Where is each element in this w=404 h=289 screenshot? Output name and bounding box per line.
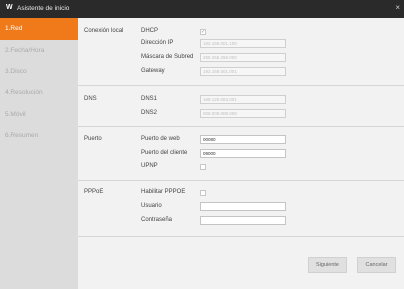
section-divider (78, 180, 404, 181)
password-label: Contraseña (141, 217, 173, 223)
pppoe-enable-label: Habilitar PPPOE (141, 189, 186, 195)
brand-logo-icon: W (6, 4, 13, 11)
gateway-field[interactable]: 192.168.001.001 (200, 67, 286, 76)
sidebar-item-resumen[interactable]: 6.Resumen (0, 125, 78, 147)
upnp-checkbox[interactable] (200, 164, 206, 170)
ip-address-label: Dirección IP (141, 40, 174, 46)
section-label-port: Puerto (84, 136, 102, 142)
gateway-label: Gateway (141, 68, 165, 74)
dhcp-checkbox[interactable]: ✓ (200, 29, 206, 35)
dns2-label: DNS2 (141, 110, 158, 116)
next-button[interactable]: Siguiente (308, 257, 347, 273)
password-field[interactable] (200, 216, 286, 225)
username-field[interactable] (200, 202, 286, 211)
setup-wizard-window: W Asistente de inicio × 1.Red 2.Fecha/Ho… (0, 0, 404, 289)
sidebar-item-red[interactable]: 1.Red (0, 18, 78, 40)
web-port-field[interactable]: 00080 (200, 135, 286, 144)
dhcp-label: DHCP (141, 28, 159, 34)
dns2-field[interactable]: 008.008.008.008 (200, 109, 286, 118)
ip-address-field[interactable]: 192.168.001.100 (200, 39, 286, 48)
section-divider (78, 126, 404, 127)
window-title: Asistente de inicio (17, 5, 70, 12)
sidebar-item-movil[interactable]: 5.Móvil (0, 104, 78, 126)
subnet-mask-field[interactable]: 255.255.255.000 (200, 53, 286, 62)
close-icon[interactable]: × (395, 3, 400, 12)
section-label-pppoe: PPPoE (84, 189, 104, 195)
pppoe-enable-checkbox[interactable] (200, 190, 206, 196)
web-port-label: Puerto de web (141, 136, 180, 142)
section-divider (78, 236, 404, 237)
sidebar-item-disco[interactable]: 3.Disco (0, 61, 78, 83)
upnp-label: UPNP (141, 163, 158, 169)
title-bar: W Asistente de inicio × (0, 0, 404, 18)
section-label-local: Conexión local (84, 28, 124, 34)
section-label-dns: DNS (84, 96, 97, 102)
client-port-field[interactable]: 09000 (200, 149, 286, 158)
wizard-steps-sidebar: 1.Red 2.Fecha/Hora 3.Disco 4.Resolución … (0, 18, 78, 289)
client-port-label: Puerto del cliente (141, 150, 188, 156)
dns1-field[interactable]: 168.126.063.001 (200, 95, 286, 104)
username-label: Usuario (141, 203, 162, 209)
subnet-mask-label: Máscara de Subred (141, 54, 194, 60)
sidebar-item-resolucion[interactable]: 4.Resolución (0, 82, 78, 104)
cancel-button[interactable]: Cancelar (357, 257, 396, 273)
dns1-label: DNS1 (141, 96, 158, 102)
section-divider (78, 85, 404, 86)
network-settings-panel: Conexión local DHCP ✓ Dirección IP 192.1… (78, 18, 404, 289)
sidebar-item-fecha-hora[interactable]: 2.Fecha/Hora (0, 40, 78, 62)
